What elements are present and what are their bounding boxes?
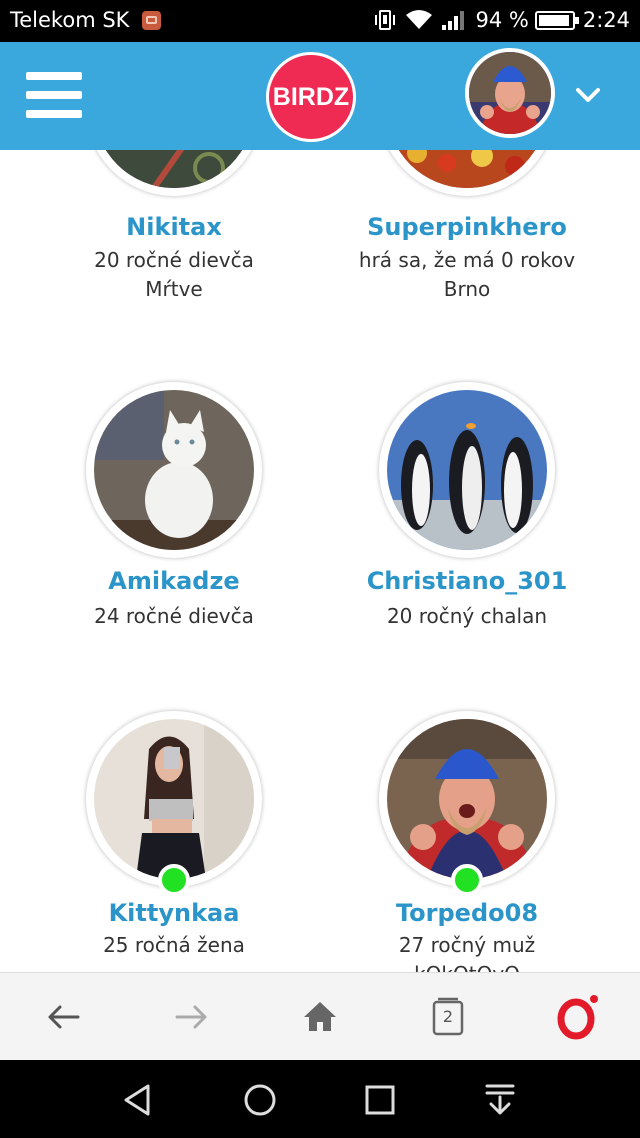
notification-pull-icon[interactable] [478, 1078, 522, 1122]
profile-age: hrá sa, že má 0 rokov [358, 248, 576, 272]
profile-grid: Nikitax 20 ročné dievča Mŕtve Superpinkh… [0, 150, 640, 972]
profile-location: Mŕtve [145, 277, 203, 301]
profile-age: 24 ročné dievča [94, 604, 254, 628]
status-icons: 94 % 2:24 [373, 8, 630, 32]
battery-percent: 94 % [475, 8, 529, 32]
avatar-ring [379, 150, 555, 196]
profile-age: 20 ročné dievča [94, 248, 254, 272]
signal-icon [442, 11, 465, 30]
battery-icon [534, 10, 579, 30]
browser-toolbar: 2 [0, 972, 640, 1060]
profile-name[interactable]: Kittynkaa [24, 899, 324, 927]
status-bar: Telekom SK 94 % 2:24 [0, 0, 640, 42]
logo-text: BIRDZ [272, 82, 350, 111]
back-triangle-icon[interactable] [116, 1078, 160, 1122]
home-icon[interactable] [296, 993, 344, 1041]
market-photo [387, 150, 547, 188]
forward-arrow-icon[interactable] [167, 993, 215, 1041]
user-avatar[interactable] [465, 48, 555, 138]
man-blue-hat-photo [387, 719, 547, 879]
avatar-ring [86, 711, 262, 896]
profile-age: 27 ročný muž [398, 933, 536, 957]
hamburger-menu-icon[interactable] [26, 72, 82, 118]
carrier-label: Telekom SK [10, 8, 130, 32]
profile-name[interactable]: Superpinkhero [317, 213, 617, 241]
home-circle-icon[interactable] [238, 1078, 282, 1122]
dark-photo [94, 150, 254, 188]
tabs-icon[interactable]: 2 [424, 993, 472, 1041]
system-navigation-bar [0, 1060, 640, 1138]
profile-name[interactable]: Nikitax [24, 213, 324, 241]
recents-square-icon[interactable] [358, 1078, 402, 1122]
birdz-logo[interactable]: BIRDZ [266, 52, 356, 142]
profile-name[interactable]: Christiano_301 [317, 567, 617, 595]
opera-icon[interactable] [552, 993, 600, 1041]
online-status-dot [158, 864, 190, 896]
avatar-ring [86, 382, 262, 558]
vibrate-icon [375, 10, 396, 30]
man-blue-hat-photo [469, 52, 551, 134]
avatar-ring [379, 382, 555, 558]
profile-age: 25 ročná žena [103, 933, 245, 957]
girl-selfie-photo [94, 719, 254, 879]
profile-location: kOkOtOvO [317, 962, 617, 972]
message-notification-icon [142, 11, 161, 30]
online-status-dot [451, 864, 483, 896]
avatar-ring [379, 711, 555, 896]
profile-location: Brno [443, 277, 491, 301]
white-cat-photo [94, 390, 254, 550]
tabs-count: 2 [442, 1007, 454, 1026]
back-arrow-icon[interactable] [40, 993, 88, 1041]
clock: 2:24 [582, 8, 630, 32]
profile-name[interactable]: Amikadze [24, 567, 324, 595]
penguins-photo [387, 390, 547, 550]
app-screen: Telekom SK 94 % 2:24 BIRDZ Nikitax 20 ro… [0, 0, 640, 1138]
chevron-down-icon[interactable] [575, 82, 601, 108]
wifi-icon [406, 10, 433, 29]
profile-name[interactable]: Torpedo08 [317, 899, 617, 927]
avatar-ring [86, 150, 262, 196]
app-header: BIRDZ [0, 42, 640, 150]
profile-age: 20 ročný chalan [386, 604, 548, 628]
